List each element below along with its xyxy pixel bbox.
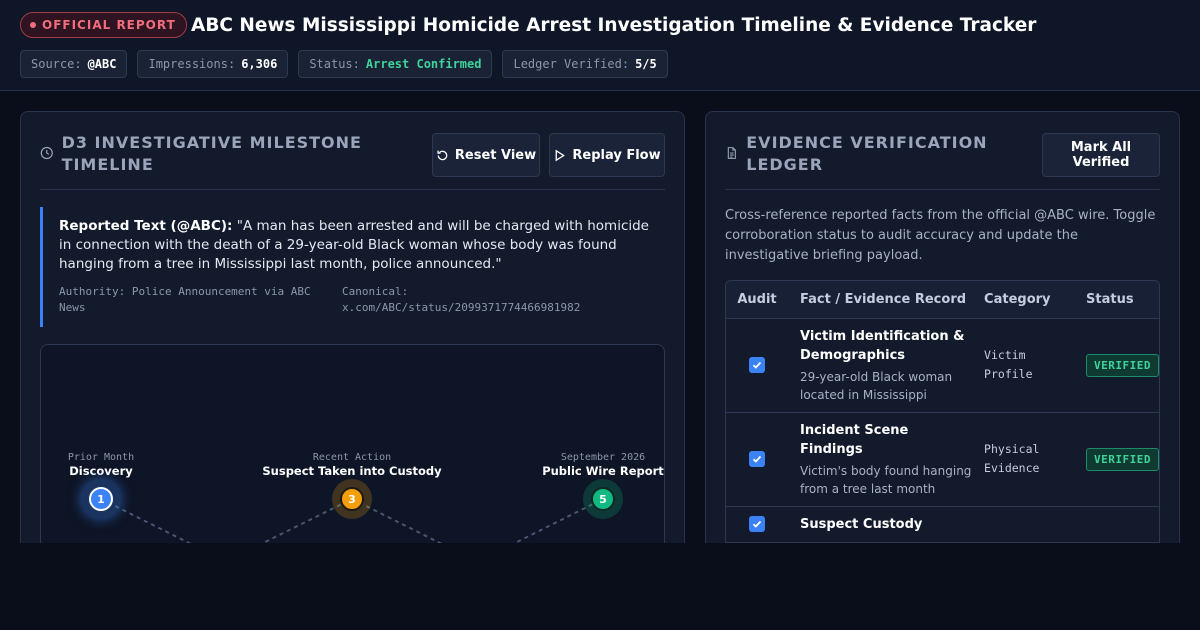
official-report-badge: OFFICIAL REPORT (20, 12, 187, 38)
milestone-node-1[interactable]: 1 (81, 479, 121, 519)
milestone-label-3: Recent Action Suspect Taken into Custody (252, 452, 452, 478)
meta-value: Arrest Confirmed (365, 57, 482, 71)
fact-cell: Incident Scene Findings Victim's body fo… (788, 412, 973, 507)
status-badge: VERIFIED (1086, 447, 1159, 471)
column-header-fact: Fact / Evidence Record (788, 281, 973, 319)
table-row: Victim Identification & Demographics 29-… (726, 318, 1159, 413)
page-header: OFFICIAL REPORT ABC News Mississippi Hom… (0, 0, 1200, 91)
ledger-panel: EVIDENCE VERIFICATION LEDGER Mark All Ve… (705, 111, 1180, 543)
quote-body: Reported Text (@ABC): "A man has been ar… (59, 217, 665, 274)
audit-checkbox[interactable] (749, 450, 765, 467)
fact-detail: 29-year-old Black woman located in Missi… (800, 369, 953, 402)
audit-cell (726, 318, 788, 413)
quote-authority: Authority: Police Announcement via ABC N… (59, 285, 311, 314)
status-dot-icon (30, 22, 36, 28)
category-cell: Victim Profile (972, 318, 1075, 413)
meta-source: Source: @ABC (20, 50, 128, 78)
replay-flow-button[interactable]: Replay Flow (549, 133, 665, 177)
milestone-date: Recent Action (312, 452, 392, 463)
column-header-status: Status (1074, 281, 1159, 319)
mark-all-verified-label: Mark All Verified (1070, 140, 1132, 170)
milestone-date: Prior Month (67, 452, 135, 463)
meta-status: Status: Arrest Confirmed (298, 50, 493, 78)
ledger-panel-title: EVIDENCE VERIFICATION LEDGER (725, 132, 1015, 176)
table-row: Suspect Custody (726, 506, 1159, 543)
timeline-panel-title: D3 INVESTIGATIVE MILESTONE TIMELINE (40, 132, 400, 176)
reset-icon (437, 150, 448, 160)
audit-checkbox[interactable] (749, 356, 765, 373)
milestone-number: 3 (340, 487, 364, 511)
meta-label: Impressions: (148, 57, 236, 71)
fact-cell: Victim Identification & Demographics 29-… (788, 318, 973, 413)
column-header-audit: Audit (726, 281, 788, 319)
document-icon (727, 147, 736, 159)
milestone-name: Suspect Taken into Custody (262, 464, 442, 478)
milestone-node-3[interactable]: 3 (332, 479, 372, 519)
meta-impressions: Impressions: 6,306 (137, 50, 289, 78)
audit-cell (726, 506, 788, 543)
fact-category: Physical Evidence (984, 442, 1040, 475)
ledger-panel-header: EVIDENCE VERIFICATION LEDGER Mark All Ve… (725, 132, 1160, 190)
table-header-row: Audit Fact / Evidence Record Category St… (726, 281, 1159, 319)
column-header-category: Category (972, 281, 1075, 319)
audit-checkbox[interactable] (749, 515, 765, 532)
clock-icon (40, 146, 53, 160)
status-cell: VERIFIED (1074, 318, 1159, 413)
checkmark-icon (752, 361, 762, 369)
meta-ledger-verified: Ledger Verified: 5/5 (502, 50, 668, 78)
quote-lead: Reported Text (@ABC): (59, 218, 233, 234)
reset-view-label: Reset View (454, 147, 537, 163)
fact-title: Victim Identification & Demographics (800, 328, 965, 363)
status-badge: VERIFIED (1086, 353, 1159, 377)
milestone-name: Public Wire Report (542, 464, 664, 478)
table-row: Incident Scene Findings Victim's body fo… (726, 412, 1159, 507)
fact-title: Incident Scene Findings (800, 422, 909, 457)
meta-value: @ABC (87, 57, 117, 71)
timeline-title-text: D3 INVESTIGATIVE MILESTONE TIMELINE (61, 133, 362, 174)
audit-cell (726, 412, 788, 507)
quote-meta: Authority: Police Announcement via ABC N… (59, 284, 602, 316)
milestone-number: 5 (591, 487, 615, 511)
fact-cell: Suspect Custody (788, 506, 973, 543)
page-title: ABC News Mississippi Homicide Arrest Inv… (191, 14, 1037, 36)
reported-text-quote: Reported Text (@ABC): "A man has been ar… (40, 207, 665, 327)
checkmark-icon (752, 520, 762, 528)
reset-view-button[interactable]: Reset View (432, 133, 540, 177)
status-cell (1074, 506, 1159, 543)
status-cell: VERIFIED (1074, 412, 1159, 507)
milestone-label-1: Prior Month Discovery (1, 452, 201, 478)
milestone-timeline-canvas[interactable]: Prior Month Discovery 1 Recent Action Su… (40, 344, 665, 543)
timeline-panel: D3 INVESTIGATIVE MILESTONE TIMELINE Rese… (20, 111, 685, 543)
content-viewport: D3 INVESTIGATIVE MILESTONE TIMELINE Rese… (0, 91, 1200, 543)
official-report-label: OFFICIAL REPORT (42, 18, 176, 32)
timeline-panel-header: D3 INVESTIGATIVE MILESTONE TIMELINE Rese… (40, 132, 665, 190)
milestone-date: September 2026 (560, 452, 646, 463)
milestone-number: 1 (89, 487, 113, 511)
ledger-title-text: EVIDENCE VERIFICATION LEDGER (746, 133, 988, 174)
milestone-label-5: September 2026 Public Wire Report (503, 452, 703, 478)
mark-all-verified-button[interactable]: Mark All Verified (1042, 133, 1160, 177)
play-icon (555, 149, 566, 161)
replay-flow-label: Replay Flow (572, 147, 661, 163)
meta-label: Status: (309, 57, 360, 71)
fact-title: Suspect Custody (800, 516, 923, 532)
fact-category: Victim Profile (984, 348, 1033, 381)
category-cell (972, 506, 1075, 543)
checkmark-icon (752, 455, 762, 463)
meta-label: Ledger Verified: (513, 57, 630, 71)
meta-label: Source: (31, 57, 82, 71)
category-cell: Physical Evidence (972, 412, 1075, 507)
evidence-ledger-table: Audit Fact / Evidence Record Category St… (725, 280, 1160, 543)
meta-value: 5/5 (635, 57, 657, 71)
milestone-name: Discovery (69, 464, 133, 478)
meta-value: 6,306 (241, 57, 278, 71)
ledger-description: Cross-reference reported facts from the … (725, 208, 1156, 263)
meta-row: Source: @ABC Impressions: 6,306 Status: … (20, 50, 668, 78)
fact-detail: Victim's body found hanging from a tree … (800, 463, 972, 496)
quote-canonical: Canonical: x.com/ABC/status/209937177446… (342, 285, 581, 314)
milestone-node-5[interactable]: 5 (583, 479, 623, 519)
